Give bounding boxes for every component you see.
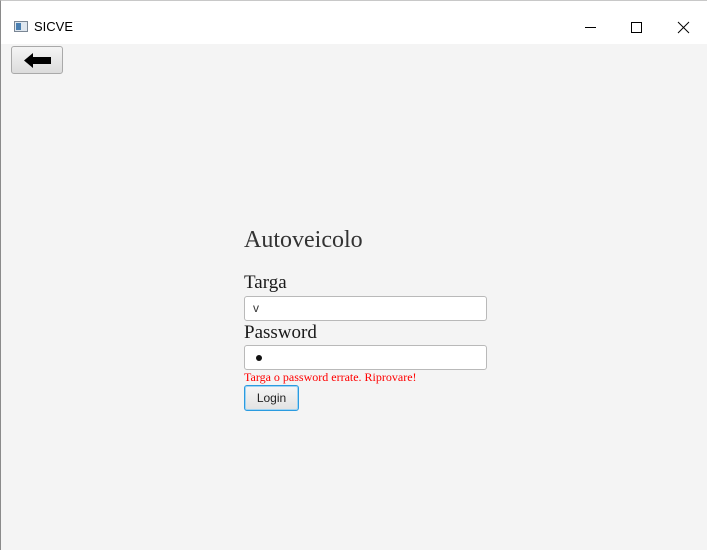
- form-title: Autoveicolo: [244, 227, 363, 253]
- close-icon: [677, 21, 690, 34]
- targa-input[interactable]: v: [244, 296, 487, 321]
- app-window: SICVE Autoveicolo Targa v Password Targa…: [0, 0, 707, 550]
- password-label: Password: [244, 322, 317, 343]
- arrow-left-icon: [24, 53, 51, 68]
- window-title: SICVE: [34, 19, 74, 34]
- error-message: Targa o password errate. Riprovare!: [244, 370, 417, 384]
- password-mask-dot: [256, 355, 262, 361]
- maximize-button[interactable]: [613, 6, 659, 44]
- app-window-icon: [14, 21, 28, 32]
- minimize-icon: [585, 27, 596, 28]
- login-button[interactable]: Login: [244, 385, 299, 411]
- password-input[interactable]: [244, 345, 487, 370]
- back-button[interactable]: [11, 46, 63, 74]
- title-bar[interactable]: SICVE: [1, 1, 707, 44]
- close-button[interactable]: [659, 6, 705, 44]
- maximize-icon: [631, 22, 642, 33]
- minimize-button[interactable]: [567, 6, 613, 44]
- targa-label: Targa: [244, 272, 287, 293]
